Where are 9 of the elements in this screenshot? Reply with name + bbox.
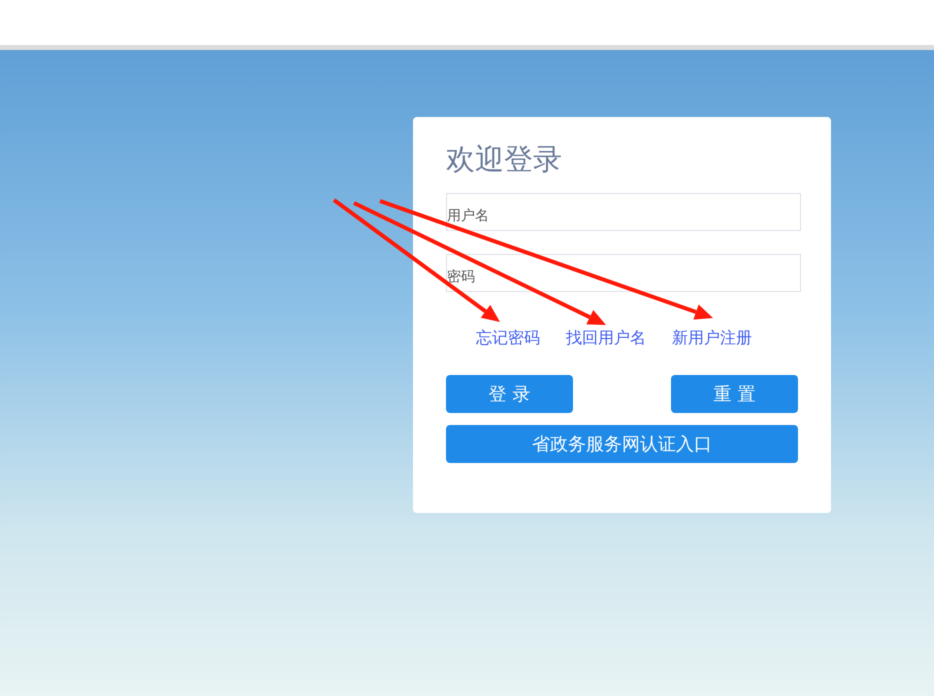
text-link[interactable]: 新用户注册 (672, 326, 752, 350)
password-field[interactable]: 密码 (446, 254, 801, 292)
auth-entry-button[interactable]: 省政务服务网认证入口 (446, 425, 798, 463)
login-title: 欢迎登录 (446, 141, 563, 178)
username-field[interactable]: 用户名 (446, 193, 801, 231)
text-link[interactable]: 找回用户名 (566, 326, 646, 350)
reset-button[interactable]: 重 置 (671, 375, 798, 413)
text-link[interactable]: 忘记密码 (476, 326, 540, 350)
login-button[interactable]: 登 录 (446, 375, 573, 413)
